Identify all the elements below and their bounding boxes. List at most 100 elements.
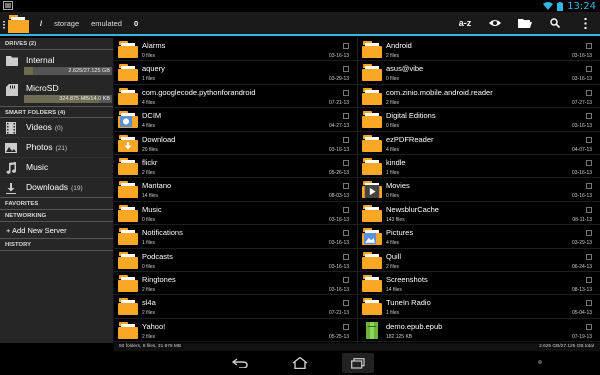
download-icon [6, 183, 16, 194]
file-row[interactable]: Music 0 files 03-16-13 [114, 202, 357, 226]
file-count: 1 files [142, 240, 156, 247]
search-button[interactable] [540, 12, 570, 34]
select-checkbox[interactable] [343, 276, 349, 283]
file-name: Ringtones [142, 274, 176, 284]
open-folder-button[interactable] [510, 12, 540, 34]
file-row[interactable]: Alarms 0 files 03-16-13 [114, 38, 357, 62]
back-button[interactable] [228, 355, 252, 371]
select-checkbox[interactable] [343, 136, 349, 143]
file-row[interactable]: aquery 1 files 03-29-13 [114, 61, 357, 85]
select-checkbox[interactable] [586, 230, 592, 237]
select-checkbox[interactable] [586, 206, 592, 213]
select-checkbox[interactable] [586, 159, 592, 166]
select-checkbox[interactable] [586, 253, 592, 260]
networking-header[interactable]: NETWORKING [0, 210, 113, 222]
folder-icon [362, 87, 382, 105]
breadcrumb-item[interactable]: 0 [134, 19, 138, 28]
drive-internal[interactable]: Internal 2.625/27.125 GB [0, 50, 113, 78]
breadcrumb-item[interactable]: emulated [91, 19, 122, 28]
file-row[interactable]: ezPDFReader 4 files 04-07-13 [358, 132, 600, 155]
file-row[interactable]: Podcasts 0 files 03-16-13 [114, 249, 357, 272]
file-row[interactable]: Movies 0 files 03-16-13 [358, 178, 600, 202]
smart-folder-music[interactable]: Music [0, 158, 113, 178]
select-checkbox[interactable] [586, 136, 592, 143]
folder-icon [362, 251, 382, 269]
file-row[interactable]: DCIM 4 files 04-27-13 [114, 108, 357, 132]
select-checkbox[interactable] [343, 253, 349, 260]
download-badge-icon [124, 141, 132, 150]
select-checkbox[interactable] [343, 206, 349, 213]
file-row[interactable]: NewsblurCache 143 files 08-11-13 [358, 202, 600, 226]
select-checkbox[interactable] [586, 300, 592, 307]
select-checkbox[interactable] [343, 66, 349, 73]
select-checkbox[interactable] [586, 89, 592, 96]
file-name: demo.epub.epub [386, 321, 443, 331]
select-checkbox[interactable] [586, 43, 592, 49]
favorites-header[interactable]: FAVORITES [0, 198, 113, 210]
file-row[interactable]: asus@vibe 0 files 03-16-13 [358, 61, 600, 85]
breadcrumb-root[interactable]: / [40, 19, 42, 28]
home-button[interactable] [288, 355, 312, 371]
select-checkbox[interactable] [586, 276, 592, 283]
select-checkbox[interactable] [343, 43, 349, 49]
music-icon [6, 162, 17, 174]
file-row[interactable]: Ringtones 2 files 03-16-13 [114, 272, 357, 296]
smart-folder-photos[interactable]: Photos (21) [0, 138, 113, 158]
file-row[interactable]: Pictures 4 files 03-29-13 [358, 225, 600, 249]
drive-microsd[interactable]: MicroSD 324.875 MB/14.0 KB [0, 78, 113, 106]
home-icon [292, 357, 308, 369]
select-checkbox[interactable] [343, 323, 349, 330]
drives-header[interactable]: DRIVES (2) [0, 38, 113, 50]
smart-folders-header[interactable]: SMART FOLDERS (4) [0, 106, 113, 118]
smart-folder-label: Music [26, 162, 49, 172]
file-row[interactable]: Mantano 14 files 08-03-13 [114, 178, 357, 202]
file-row[interactable]: com.zinio.mobile.android.reader 2 files 07… [358, 85, 600, 109]
file-row[interactable]: sl4a 2 files 07-21-13 [114, 295, 357, 319]
battery-icon [557, 1, 564, 11]
select-checkbox[interactable] [343, 183, 349, 190]
file-date: 08-03-13 [328, 193, 349, 200]
select-checkbox[interactable] [586, 113, 592, 120]
sort-button[interactable]: a-z [450, 12, 480, 34]
folder-icon [118, 181, 138, 199]
folder-icon [118, 41, 138, 58]
file-name: Android [386, 41, 412, 50]
smart-folder-downloads[interactable]: Downloads (19) [0, 178, 113, 198]
file-name: Digital Editions [386, 111, 436, 121]
folder-icon [362, 228, 382, 246]
select-checkbox[interactable] [343, 230, 349, 237]
file-row[interactable]: Screenshots 14 files 08-13-13 [358, 272, 600, 296]
file-count: 0 files [386, 123, 400, 130]
app-menu-button[interactable] [3, 15, 31, 33]
file-row[interactable]: Android 2 files 03-16-13 [358, 38, 600, 62]
smart-folder-label: Downloads [26, 182, 69, 192]
breadcrumb: / storage emulated 0 [40, 12, 138, 34]
view-button[interactable] [480, 12, 510, 34]
file-row[interactable]: Digital Editions 0 files 03-16-13 [358, 108, 600, 132]
file-row[interactable]: Yahoo! 2 files 05-25-13 [114, 319, 357, 343]
file-date: 08-11-13 [572, 216, 592, 223]
file-row[interactable]: demo.epub.epub 182.125 KB 07-19-13 [358, 319, 600, 343]
select-checkbox[interactable] [343, 89, 349, 96]
recent-apps-button[interactable] [342, 353, 374, 373]
select-checkbox[interactable] [343, 159, 349, 166]
file-date: 03-16-13 [571, 123, 592, 130]
history-header[interactable]: HISTORY [0, 239, 113, 251]
file-row[interactable]: com.googlecode.pythonforandroid 4 files 07… [114, 85, 357, 109]
smart-folder-videos[interactable]: Videos (0) [0, 118, 113, 138]
overflow-menu-button[interactable] [570, 12, 600, 34]
select-checkbox[interactable] [343, 300, 349, 307]
file-row[interactable]: Quill 2 files 06-24-13 [358, 249, 600, 272]
select-checkbox[interactable] [586, 66, 592, 73]
select-checkbox[interactable] [586, 323, 592, 330]
file-row[interactable]: Download 20 files 03-16-13 [114, 132, 357, 155]
folder-icon [118, 228, 138, 246]
file-row[interactable]: TuneIn Radio 1 files 05-04-13 [358, 295, 600, 319]
file-row[interactable]: kindle 1 files 03-16-13 [358, 155, 600, 179]
select-checkbox[interactable] [343, 113, 349, 120]
select-checkbox[interactable] [586, 183, 592, 190]
file-row[interactable]: Notifications 1 files 03-16-13 [114, 225, 357, 249]
add-new-server-button[interactable]: + Add New Server [0, 222, 113, 239]
file-row[interactable]: flickr 2 files 05-26-13 [114, 155, 357, 179]
breadcrumb-item[interactable]: storage [54, 19, 79, 28]
